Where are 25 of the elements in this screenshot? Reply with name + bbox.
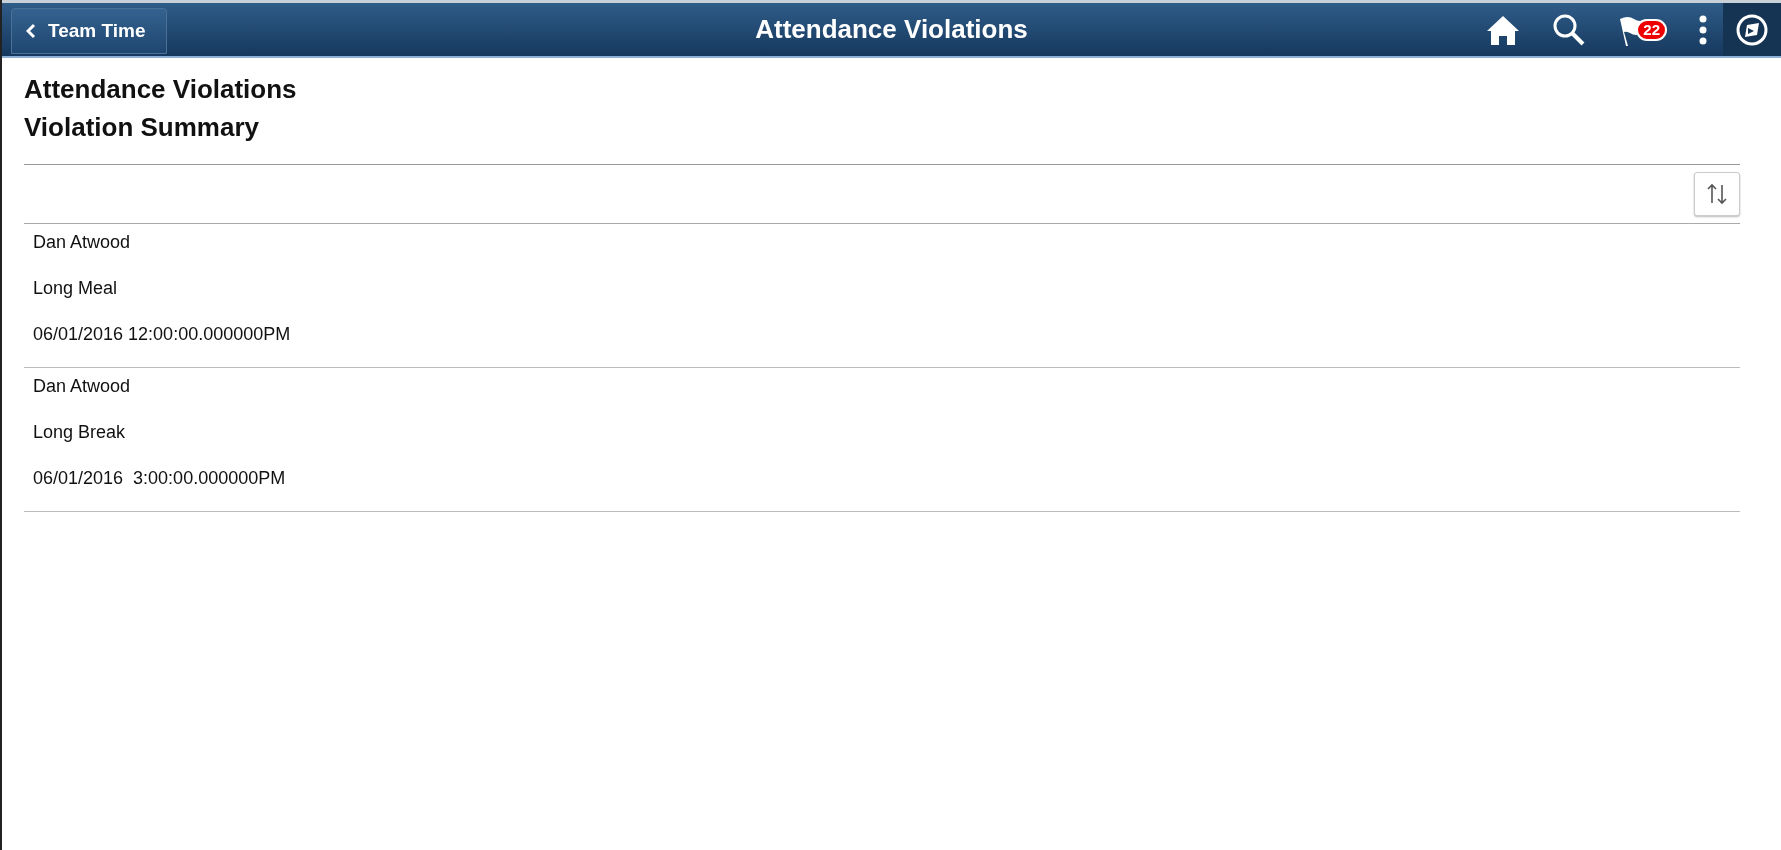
violation-row[interactable]: Dan Atwood Long Break 06/01/2016 3:00:00.000000PM bbox=[24, 368, 1740, 512]
more-button[interactable] bbox=[1699, 14, 1707, 45]
page-subtitle: Violation Summary bbox=[24, 111, 261, 144]
sort-button[interactable] bbox=[1694, 172, 1740, 216]
violation-type: Long Meal bbox=[33, 278, 119, 299]
employee-name: Dan Atwood bbox=[33, 232, 132, 253]
compass-icon bbox=[1735, 12, 1769, 47]
violation-type: Long Break bbox=[33, 422, 127, 443]
sort-icon bbox=[1706, 183, 1728, 205]
violation-datetime: 06/01/2016 12:00:00.000000PM bbox=[33, 324, 292, 345]
page-title: Attendance Violations bbox=[24, 73, 298, 106]
chevron-left-icon bbox=[26, 22, 36, 39]
navigator-button[interactable] bbox=[1723, 3, 1781, 56]
violation-row[interactable]: Dan Atwood Long Meal 06/01/2016 12:00:00.000000PM bbox=[24, 224, 1740, 368]
search-icon bbox=[1552, 12, 1587, 47]
back-button[interactable]: Team Time bbox=[11, 7, 167, 54]
notification-badge: 22 bbox=[1636, 18, 1667, 41]
search-button[interactable] bbox=[1552, 12, 1587, 47]
violation-datetime: 06/01/2016 3:00:00.000000PM bbox=[33, 468, 287, 489]
notifications-button[interactable]: 22 bbox=[1618, 12, 1667, 47]
employee-name: Dan Atwood bbox=[33, 376, 132, 397]
home-button[interactable] bbox=[1486, 13, 1521, 46]
home-icon bbox=[1486, 13, 1521, 46]
header-title: Attendance Violations bbox=[755, 14, 1028, 44]
more-icon bbox=[1699, 14, 1707, 45]
